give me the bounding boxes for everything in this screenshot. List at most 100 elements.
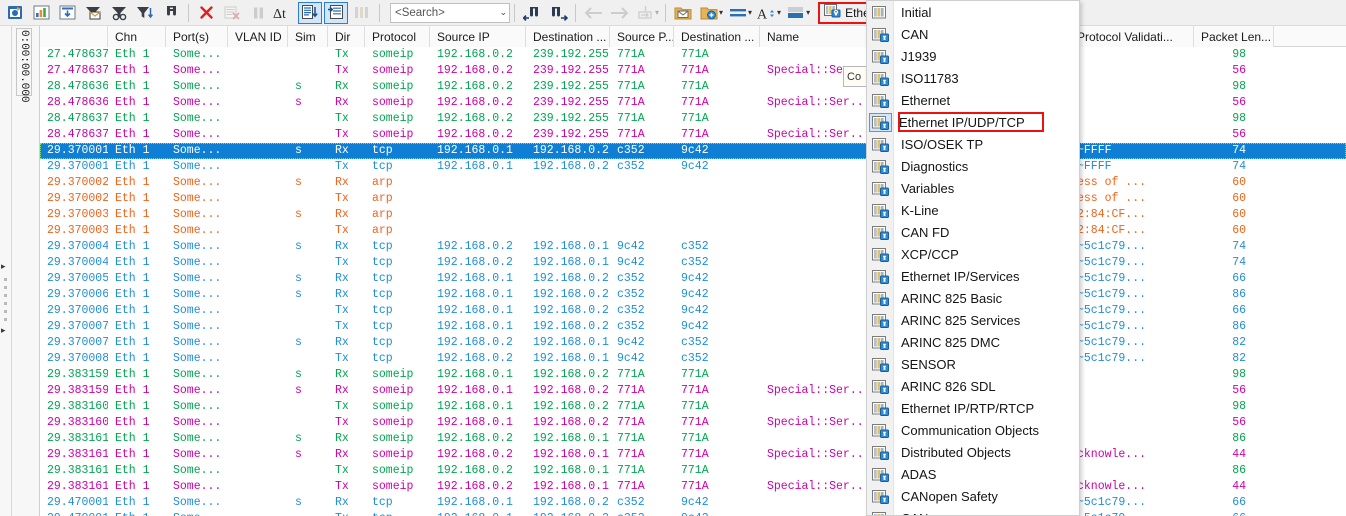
menu-item-arinc-826-sdl[interactable]: ARINC 826 SDL: [867, 375, 1079, 397]
cell-sim: [288, 255, 328, 271]
table-row[interactable]: 29.383159 Eth 1 Some... s Rx someip 192.168.0.…: [40, 383, 1346, 399]
filter-out-icon[interactable]: [107, 2, 131, 24]
menu-item-canopen-safety[interactable]: CANopen Safety: [867, 485, 1079, 507]
menu-item-ethernet-ip-udp-tcp[interactable]: Ethernet IP/UDP/TCP: [867, 111, 1079, 133]
open-measurement-icon[interactable]: [3, 2, 27, 24]
menu-item-distributed-objects[interactable]: Distributed Objects: [867, 441, 1079, 463]
table-row[interactable]: 29.370002 Eth 1 Some... Tx arp ess of ... 60: [40, 191, 1346, 207]
open-folder-icon[interactable]: [671, 2, 695, 24]
find-prev-icon[interactable]: [520, 2, 544, 24]
column-header-time[interactable]: [40, 26, 108, 47]
row-layout-icon[interactable]: [726, 2, 750, 24]
table-row[interactable]: 29.383161 Eth 1 Some... Tx someip 192.168.0.2…: [40, 479, 1346, 495]
table-row[interactable]: 28.478637 Eth 1 Some... Tx someip 192.168.0.2…: [40, 111, 1346, 127]
clear-icon[interactable]: [194, 2, 218, 24]
column-header-chn[interactable]: Chn: [108, 26, 166, 47]
table-row[interactable]: 29.370001 Eth 1 Some... Tx tcp 192.168.0.1 192…: [40, 159, 1346, 175]
scroll-to-end-icon[interactable]: [298, 1, 322, 24]
table-row[interactable]: 27.478637 Eth 1 Some... Tx someip 192.168.0.2…: [40, 63, 1346, 79]
menu-item-arinc-825-dmc[interactable]: ARINC 825 DMC: [867, 331, 1079, 353]
table-row[interactable]: 29.370006 Eth 1 Some... s Rx tcp 192.168.0.1 19…: [40, 287, 1346, 303]
delta-time-icon[interactable]: Δt: [272, 2, 296, 24]
menu-item-can-fd[interactable]: CAN FD: [867, 221, 1079, 243]
column-header-vlan[interactable]: VLAN ID: [228, 26, 288, 47]
columns-icon: [350, 2, 374, 24]
cell-chn: Eth 1: [115, 272, 150, 285]
menu-item-can[interactable]: CAN: [867, 23, 1079, 45]
cell-srcport: [610, 191, 674, 207]
cell-dir: Tx: [335, 128, 349, 141]
column-header-proto[interactable]: Protocol: [365, 26, 430, 47]
menu-item-diagnostics[interactable]: Diagnostics: [867, 155, 1079, 177]
search-input[interactable]: <Search> ⌄: [390, 2, 510, 23]
menu-item-xcp-ccp[interactable]: XCP/CCP: [867, 243, 1079, 265]
column-header-valid[interactable]: Protocol Validati...: [1070, 26, 1194, 47]
statistics-icon[interactable]: [29, 2, 53, 24]
table-row[interactable]: 28.478636 Eth 1 Some... s Rx someip 192.168.0.…: [40, 95, 1346, 111]
table-row[interactable]: 29.383161 Eth 1 Some... s Rx someip 192.168.0.…: [40, 447, 1346, 463]
configure-folder-icon[interactable]: [697, 2, 721, 24]
split-view-icon[interactable]: [784, 2, 808, 24]
config-layer-lock-icon: [867, 199, 894, 221]
table-row[interactable]: 28.478636 Eth 1 Some... s Rx someip 192.168.0.…: [40, 79, 1346, 95]
column-header-dstip[interactable]: Destination ...: [526, 26, 610, 47]
column-header-len[interactable]: Packet Len...: [1194, 26, 1274, 47]
table-row[interactable]: 29.370006 Eth 1 Some... Tx tcp 192.168.0.1 192…: [40, 303, 1346, 319]
menu-item-sensor[interactable]: SENSOR: [867, 353, 1079, 375]
sort-filter-icon[interactable]: [133, 2, 157, 24]
column-header-ports[interactable]: Port(s): [166, 26, 228, 47]
table-row[interactable]: 29.370007 Eth 1 Some... Tx tcp 192.168.0.1 192…: [40, 319, 1346, 335]
table-row[interactable]: 29.383161 Eth 1 Some... s Rx someip 192.168.0.…: [40, 431, 1346, 447]
config-layer-icon: [867, 1, 894, 23]
menu-item-iso-osek-tp[interactable]: ISO/OSEK TP: [867, 133, 1079, 155]
column-header-dir[interactable]: Dir: [328, 26, 365, 47]
column-header-srcip[interactable]: Source IP: [430, 26, 526, 47]
menu-item-iso11783[interactable]: ISO11783: [867, 67, 1079, 89]
menu-item-variables[interactable]: Variables: [867, 177, 1079, 199]
font-size-icon[interactable]: A: [755, 2, 779, 24]
table-row[interactable]: 29.370002 Eth 1 Some... s Rx arp ess of ... 60: [40, 175, 1346, 191]
search-db-icon[interactable]: [159, 2, 183, 24]
table-row[interactable]: 29.370007 Eth 1 Some... s Rx tcp 192.168.0.2 19…: [40, 335, 1346, 351]
expand-marker-icon[interactable]: ▸: [1, 326, 6, 335]
column-header-srcport[interactable]: Source P...: [610, 26, 674, 47]
table-row[interactable]: 29.470001 Eth 1 Some... s Rx tcp 192.168.0.1 19…: [40, 495, 1346, 511]
column-header-sim[interactable]: Sim: [288, 26, 328, 47]
menu-item-arinc-825-basic[interactable]: ARINC 825 Basic: [867, 287, 1079, 309]
cell-ports: Some...: [173, 160, 222, 173]
menu-item-j1939[interactable]: J1939: [867, 45, 1079, 67]
table-row[interactable]: 29.370003 Eth 1 Some... s Rx arp 2:84:CF... 60: [40, 207, 1346, 223]
table-row[interactable]: 29.383159 Eth 1 Some... s Rx someip 192.168.0.…: [40, 367, 1346, 383]
column-header-dstport[interactable]: Destination ...: [674, 26, 760, 47]
menu-item-initial[interactable]: Initial: [867, 1, 1079, 23]
table-row[interactable]: 29.370001 Eth 1 Some... s Rx tcp 192.168.0.1 19…: [40, 143, 1346, 159]
menu-item-ethernet-ip-rtp-rtcp[interactable]: Ethernet IP/RTP/RTCP: [867, 397, 1079, 419]
table-row[interactable]: 29.470001Eth 1Some... Txtcp192.168.0.1192…: [40, 511, 1346, 516]
table-row[interactable]: 29.383160 Eth 1 Some... Tx someip 192.168.0.1…: [40, 399, 1346, 415]
table-row[interactable]: 29.370004 Eth 1 Some... Tx tcp 192.168.0.2 192…: [40, 255, 1346, 271]
menu-item-ethernet[interactable]: Ethernet: [867, 89, 1079, 111]
table-row[interactable]: 29.383161 Eth 1 Some... Tx someip 192.168.0.2…: [40, 463, 1346, 479]
group-rows-icon[interactable]: [324, 1, 348, 24]
config-layer-lock-icon: [867, 507, 894, 515]
table-row[interactable]: 29.370003 Eth 1 Some... Tx arp 2:84:CF... 60: [40, 223, 1346, 239]
table-row[interactable]: 29.370004 Eth 1 Some... s Rx tcp 192.168.0.2 19…: [40, 239, 1346, 255]
table-row[interactable]: 27.478637 Eth 1 Some... Tx someip 192.168.0.2…: [40, 47, 1346, 63]
menu-item-adas[interactable]: ADAS: [867, 463, 1079, 485]
menu-item-ethernet-ip-services[interactable]: Ethernet IP/Services: [867, 265, 1079, 287]
import-icon[interactable]: [55, 2, 79, 24]
menu-item-k-line[interactable]: K-Line: [867, 199, 1079, 221]
table-row[interactable]: 29.370008 Eth 1 Some... Tx tcp 192.168.0.2 192…: [40, 351, 1346, 367]
expand-marker-icon[interactable]: ▸: [1, 262, 6, 271]
menu-item-communication-objects[interactable]: Communication Objects: [867, 419, 1079, 441]
table-row[interactable]: 29.383160 Eth 1 Some... Tx someip 192.168.0.1…: [40, 415, 1346, 431]
find-next-icon[interactable]: [546, 2, 570, 24]
chevron-down-icon[interactable]: ⌄: [499, 7, 507, 18]
cell-proto: tcp: [365, 511, 430, 516]
menu-item-can[interactable]: CAN: [867, 507, 1079, 515]
menu-item-arinc-825-services[interactable]: ARINC 825 Services: [867, 309, 1079, 331]
table-row[interactable]: 28.478637 Eth 1 Some... Tx someip 192.168.0.2…: [40, 127, 1346, 143]
cell-dstport: 9c42: [681, 288, 709, 301]
table-row[interactable]: 29.370005 Eth 1 Some... s Rx tcp 192.168.0.1 19…: [40, 271, 1346, 287]
filter-in-icon[interactable]: [81, 2, 105, 24]
